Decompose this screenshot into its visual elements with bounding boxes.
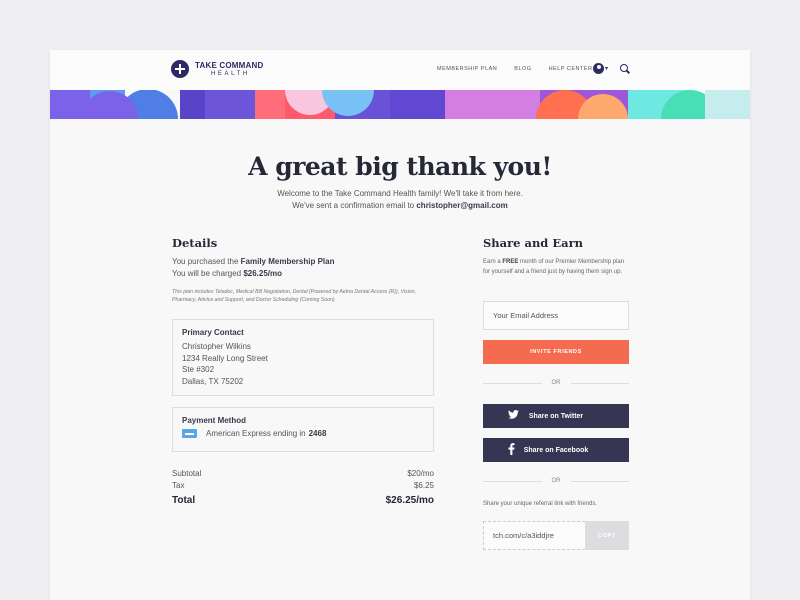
nav-blog[interactable]: BLOG bbox=[514, 66, 531, 72]
plan-name: Family Membership Plan bbox=[240, 257, 335, 266]
nav-icons: ▾ bbox=[593, 63, 630, 74]
card-last4: 2468 bbox=[308, 429, 327, 438]
cross-logo-icon bbox=[171, 60, 189, 78]
share-description: Earn a FREE month of our Premier Members… bbox=[483, 259, 625, 275]
search-icon[interactable] bbox=[620, 63, 630, 74]
chevron-down-icon[interactable]: ▾ bbox=[605, 65, 608, 72]
nav-help-center[interactable]: HELP CENTER bbox=[549, 66, 593, 72]
facebook-icon bbox=[508, 442, 515, 458]
confirmation-text: We've sent a confirmation email to bbox=[292, 201, 417, 210]
tax-row: Tax $6.25 bbox=[172, 481, 434, 490]
subtotal-row: Subtotal $20/mo bbox=[172, 469, 434, 478]
page-card: TAKE COMMAND HEALTH MEMBERSHIP PLAN BLOG… bbox=[50, 50, 750, 600]
twitter-icon bbox=[508, 409, 519, 422]
hero: A great big thank you! Welcome to the Ta… bbox=[50, 119, 750, 212]
payment-method-title: Payment Method bbox=[182, 416, 247, 425]
nav-membership-plan[interactable]: MEMBERSHIP PLAN bbox=[437, 66, 497, 72]
card-description: American Express ending in bbox=[206, 429, 306, 438]
charge-amount: $26.25/mo bbox=[243, 269, 283, 278]
or-divider: OR bbox=[483, 380, 629, 386]
decorative-banner bbox=[50, 90, 750, 119]
share-facebook-button[interactable]: Share on Facebook bbox=[483, 438, 629, 462]
primary-contact-title: Primary Contact bbox=[182, 328, 244, 337]
user-account-icon[interactable] bbox=[593, 63, 604, 74]
brand-name: TAKE COMMAND bbox=[195, 60, 264, 70]
friend-email-input[interactable]: Your Email Address bbox=[483, 301, 629, 330]
referral-link-field[interactable]: tch.com/c/a3iddjre bbox=[483, 521, 585, 550]
welcome-text: Welcome to the Take Command Health famil… bbox=[277, 189, 523, 198]
share-section: Share and Earn Earn a FREE month of our … bbox=[483, 236, 629, 550]
brand-subname: HEALTH bbox=[211, 70, 250, 77]
amex-card-icon bbox=[182, 429, 197, 438]
page-title: A great big thank you! bbox=[248, 152, 552, 181]
referral-description: Share your unique referral link with fri… bbox=[483, 501, 598, 507]
details-section: Details You purchased the Family Members… bbox=[172, 236, 434, 506]
invite-friends-button[interactable]: INVITE FRIENDS bbox=[483, 340, 629, 364]
plan-fine-print: This plan includes Teladoc, Medical Bill… bbox=[172, 289, 417, 303]
payment-method-card: Payment Method American Express ending i… bbox=[172, 407, 434, 452]
or-divider: OR bbox=[483, 478, 629, 484]
referral-link-row: tch.com/c/a3iddjre COPY bbox=[483, 521, 629, 550]
brand-logo[interactable]: TAKE COMMAND HEALTH bbox=[171, 60, 263, 78]
banner-pattern bbox=[50, 90, 750, 119]
copy-button[interactable]: COPY bbox=[585, 521, 629, 550]
purchase-summary: You purchased the Family Membership Plan… bbox=[172, 257, 335, 278]
confirmation-email: christopher@gmail.com bbox=[416, 201, 508, 210]
totals: Subtotal $20/mo Tax $6.25 Total $26.25/m… bbox=[172, 468, 434, 507]
nav-links: MEMBERSHIP PLAN BLOG HELP CENTER bbox=[437, 66, 610, 72]
contact-address: Christopher Wilkins 1234 Really Long Str… bbox=[182, 342, 268, 386]
share-heading: Share and Earn bbox=[483, 236, 583, 250]
primary-contact-card: Primary Contact Christopher Wilkins 1234… bbox=[172, 319, 434, 396]
share-twitter-button[interactable]: Share on Twitter bbox=[483, 404, 629, 428]
hero-subtitle: Welcome to the Take Command Health famil… bbox=[50, 188, 750, 212]
total-row: Total $26.25/mo bbox=[172, 495, 434, 506]
top-nav: TAKE COMMAND HEALTH MEMBERSHIP PLAN BLOG… bbox=[50, 50, 750, 90]
details-heading: Details bbox=[172, 236, 218, 250]
